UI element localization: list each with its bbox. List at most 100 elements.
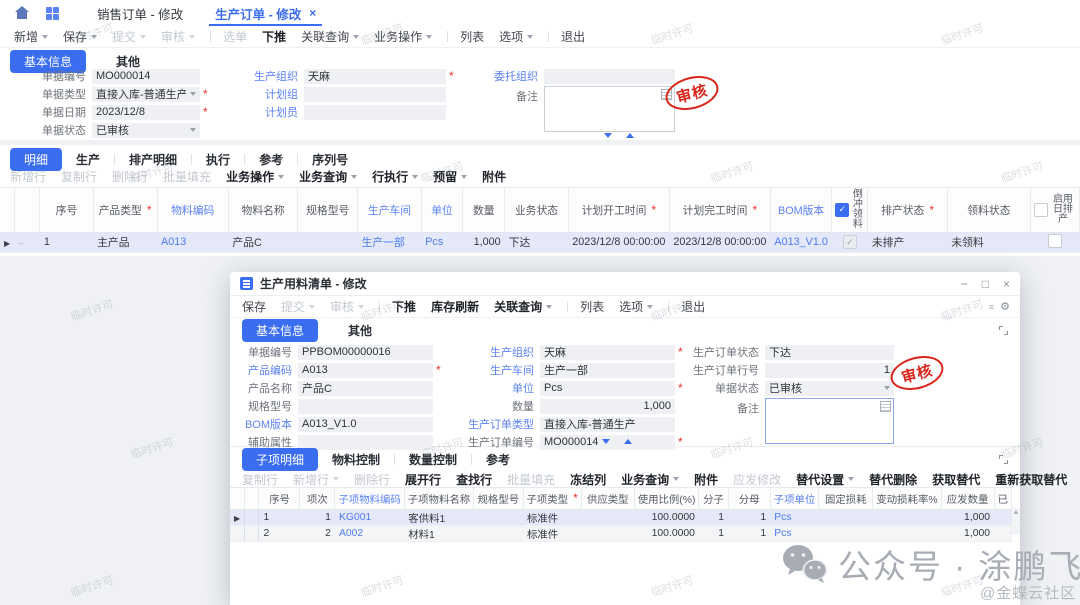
order-grid-cell-workshop[interactable]: 生产一部	[358, 232, 422, 252]
main-exit-button[interactable]: 退出	[561, 28, 585, 45]
main-linked-query-button[interactable]: 关联查询	[301, 28, 359, 45]
order-grid-col-unit[interactable]: 单位	[421, 188, 463, 232]
form-bill-date-field[interactable]: 2023/12/8	[92, 105, 200, 120]
sub-grid-row[interactable]: 22A002材料1标准件100.000011Pcs1,000	[230, 525, 1012, 541]
modal-form-mo-status-field[interactable]: 下达	[765, 345, 894, 360]
modal-form-product-code-field[interactable]: A013	[298, 363, 433, 378]
order-grid-col-daily-schedule[interactable]: 启用日排产	[1030, 188, 1079, 232]
modal-sub-freeze-column-button[interactable]: 冻结列	[570, 471, 606, 488]
detail-business-operation-button[interactable]: 业务操作	[226, 168, 284, 185]
sub-grid-row[interactable]: ▶11KG001客供料1标准件100.000011Pcs1,000	[230, 509, 1012, 525]
backflush-picking-checkbox[interactable]: ✓	[843, 235, 857, 249]
order-grid-cell-plan-start-time[interactable]: 2023/12/8 00:00:00	[568, 232, 669, 252]
unit-value[interactable]: Pcs	[425, 236, 443, 248]
sub-grid-cell-usage-ratio[interactable]: 100.0000	[634, 525, 699, 541]
daily-schedule-checkbox[interactable]	[1048, 234, 1062, 248]
collapse-down-icon[interactable]	[604, 133, 612, 138]
order-grid-cell-spec-model[interactable]	[298, 232, 358, 252]
order-grid-cell-unit[interactable]: Pcs	[421, 232, 463, 252]
minimize-icon[interactable]: −	[961, 278, 968, 290]
bom-version-value[interactable]: A013_V1.0	[774, 236, 827, 248]
vertical-scrollbar[interactable]: ▲	[1011, 508, 1020, 535]
gear-icon[interactable]: ⚙	[1000, 300, 1010, 313]
tab-sales-order[interactable]: 销售订单 - 修改	[81, 0, 199, 26]
modal-form-mo-type-label[interactable]: 生产订单类型	[448, 416, 540, 432]
order-grid-col-picking-status[interactable]: 领料状态	[947, 188, 1030, 232]
tab-qty-control[interactable]: 数量控制	[395, 448, 471, 471]
detail-reserve-button[interactable]: 预留	[433, 168, 467, 185]
modal-form-workshop-field[interactable]: 生产一部	[540, 363, 675, 378]
order-grid-cell-bom-version[interactable]: A013_V1.0	[770, 232, 831, 252]
sub-grid-cell-denominator[interactable]: 1	[728, 525, 770, 541]
modal-sub-substitute-settings-button[interactable]: 替代设置	[796, 471, 854, 488]
modal-options-button[interactable]: 选项	[619, 298, 653, 315]
order-grid-cell-material-name[interactable]: 产品C	[228, 232, 297, 252]
sub-grid-cell-seq[interactable]: 2	[259, 525, 300, 541]
collapse-up-icon[interactable]	[624, 439, 632, 444]
sub-grid-cell-usage-ratio[interactable]: 100.0000	[634, 509, 699, 525]
order-grid-cell-backflush-picking[interactable]: ✓	[832, 232, 868, 252]
modal-save-button[interactable]: 保存	[242, 298, 266, 315]
order-grid-cell-product-type[interactable]: 主产品	[93, 232, 157, 252]
menu-icon[interactable]: ≡	[989, 302, 994, 312]
modal-sub-expand-row-button[interactable]: 展开行	[405, 471, 441, 488]
maximize-icon[interactable]: □	[982, 278, 989, 290]
form-prod-org-field[interactable]: 天麻	[304, 69, 446, 84]
sub-grid-cell-more[interactable]	[994, 509, 1011, 525]
sub-grid-cell-sub-unit[interactable]: Pcs	[770, 525, 819, 541]
sub-grid-col-sub-unit[interactable]: 子项单位	[770, 488, 819, 509]
sub-grid-cell-fixed-loss[interactable]	[819, 509, 873, 525]
main-new-button[interactable]: 新增	[14, 28, 48, 45]
order-grid-cell-schedule-status[interactable]: 未排产	[868, 232, 947, 252]
form-entrust-org-label[interactable]: 委托组织	[470, 68, 544, 84]
daily-schedule-header-checkbox[interactable]	[1034, 203, 1048, 217]
order-grid-col-product-type[interactable]: 产品类型*	[93, 188, 157, 232]
sub-grid-col-sub-material-name[interactable]: 子项物料名称	[404, 488, 473, 509]
form-bill-no-field[interactable]: MO000014	[92, 69, 200, 84]
modal-exit-button[interactable]: 退出	[681, 298, 705, 315]
order-grid-col-schedule-status[interactable]: 排产状态*	[868, 188, 947, 232]
form-plan-group-field[interactable]	[304, 87, 446, 102]
sub-grid-cell-item-no[interactable]: 1	[300, 509, 335, 525]
sub-grid-cell-numerator[interactable]: 1	[699, 525, 728, 541]
order-grid-cell-daily-schedule[interactable]	[1030, 232, 1079, 252]
modal-form-bom-version-label[interactable]: BOM版本	[232, 416, 298, 432]
detail-row-execute-button[interactable]: 行执行	[372, 168, 418, 185]
sub-grid-cell-sub-item-type[interactable]: 标准件	[523, 525, 581, 541]
modal-form-workshop-label[interactable]: 生产车间	[448, 362, 540, 378]
material-code-value[interactable]: A013	[161, 236, 186, 248]
detail-attachment-button[interactable]: 附件	[482, 168, 506, 185]
sub-grid-cell-sub-material-name[interactable]: 材料1	[404, 525, 473, 541]
tab-material-control[interactable]: 物料控制	[318, 448, 394, 471]
sub-grid-col-supply-type[interactable]: 供应类型	[581, 488, 634, 509]
sub-grid-cell-supply-type[interactable]	[581, 525, 634, 541]
tab-other[interactable]: 其他	[334, 319, 386, 342]
home-icon[interactable]	[14, 6, 30, 20]
modal-form-prod-org-label[interactable]: 生产组织	[448, 344, 540, 360]
order-grid-cell-material-code[interactable]: A013	[157, 232, 228, 252]
collapse-up-icon[interactable]	[626, 133, 634, 138]
main-options-button[interactable]: 选项	[499, 28, 533, 45]
order-grid-col-material-name[interactable]: 物料名称	[228, 188, 297, 232]
modal-form-spec-model-field[interactable]	[298, 399, 433, 414]
sub-grid-cell-sub-material-code[interactable]: A002	[335, 525, 404, 541]
order-grid-col-material-code[interactable]: 物料编码	[157, 188, 228, 232]
row-expander-icon[interactable]: ▶	[4, 239, 10, 248]
form-bill-type-field[interactable]: 直接入库-普通生产	[92, 87, 200, 102]
sub-grid-cell-qty-should-issue[interactable]: 1,000	[941, 525, 994, 541]
form-planner-label[interactable]: 计划员	[222, 104, 304, 120]
row-indicator-cell[interactable]: –	[14, 232, 40, 252]
modal-sub-business-query-button[interactable]: 业务查询	[621, 471, 679, 488]
order-grid-col-workshop[interactable]: 生产车间	[358, 188, 422, 232]
order-grid-row[interactable]: ▶–1主产品A013产品C生产一部Pcs1,000下达2023/12/8 00:…	[0, 232, 1080, 252]
backflush-picking-header-checkbox[interactable]: ✓	[835, 203, 849, 217]
order-grid-col-plan-finish-time[interactable]: 计划完工时间*	[669, 188, 770, 232]
sub-grid-cell-qty-should-issue[interactable]: 1,000	[941, 509, 994, 525]
sub-grid-col-item-no[interactable]: 项次	[300, 488, 335, 509]
modal-form-mo-line-no-field[interactable]: 1	[765, 363, 894, 378]
sub-grid-col-spec-model[interactable]: 规格型号	[474, 488, 523, 509]
form-remark-textarea[interactable]	[544, 86, 675, 132]
tab-reference[interactable]: 参考	[472, 448, 524, 471]
modal-sub-re-get-substitute-button[interactable]: 重新获取替代	[995, 471, 1067, 488]
sub-grid-col-sub-item-type[interactable]: 子项类型*	[523, 488, 581, 509]
